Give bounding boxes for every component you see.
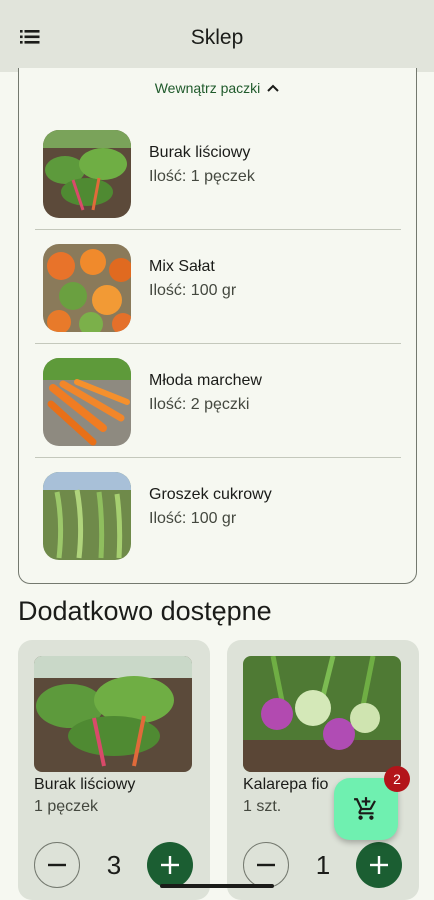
home-indicator[interactable] — [160, 884, 274, 888]
package-item: Groszek cukrowy Ilość: 100 gr — [35, 458, 401, 572]
item-quantity: Ilość: 2 pęczki — [149, 396, 250, 413]
package-contents-card: Wewnątrz paczki Burak liściowy Ilość: 1 … — [18, 68, 417, 584]
plus-icon — [370, 856, 388, 874]
increase-button[interactable] — [356, 842, 402, 888]
minus-icon — [48, 863, 66, 867]
offer-unit: 1 szt. — [243, 798, 282, 815]
offer-unit: 1 pęczek — [34, 798, 99, 815]
kohlrabi-image — [243, 656, 401, 772]
minus-icon — [257, 863, 275, 867]
package-item: Mix Sałat Ilość: 100 gr — [35, 230, 401, 344]
item-quantity: Ilość: 100 gr — [149, 282, 237, 299]
increase-button[interactable] — [147, 842, 193, 888]
add-shopping-cart-icon — [354, 797, 376, 820]
page-title: Sklep — [190, 26, 244, 49]
offer-card[interactable]: Burak liściowy 1 pęczek 3 — [18, 640, 210, 900]
chevron-up-icon — [267, 84, 279, 92]
quantity-count: 3 — [106, 850, 122, 880]
chard-image — [34, 656, 192, 772]
item-name: Mix Sałat — [149, 258, 215, 275]
salad-mix-image — [43, 244, 131, 332]
package-item: Młoda marchew Ilość: 2 pęczki — [35, 344, 401, 458]
item-name: Młoda marchew — [149, 372, 262, 389]
item-quantity: Ilość: 1 pęczek — [149, 168, 255, 185]
item-name: Burak liściowy — [149, 144, 251, 161]
package-toggle-label: Wewnątrz paczki — [154, 80, 261, 96]
cart-count-badge: 2 — [384, 766, 410, 792]
plus-icon — [161, 856, 179, 874]
offer-name: Kalarepa fio — [243, 776, 329, 793]
chard-image — [43, 130, 131, 218]
package-item: Burak liściowy Ilość: 1 pęczek — [35, 116, 401, 230]
offer-name: Burak liściowy — [34, 776, 136, 793]
sugar-pea-image — [43, 472, 131, 560]
section-title: Dodatkowo dostępne — [18, 596, 272, 626]
quantity-count: 1 — [315, 850, 331, 880]
carrot-image — [43, 358, 131, 446]
item-quantity: Ilość: 100 gr — [149, 510, 237, 527]
item-name: Groszek cukrowy — [149, 486, 272, 503]
decrease-button[interactable] — [34, 842, 80, 888]
decrease-button[interactable] — [243, 842, 289, 888]
package-collapse-toggle[interactable]: Wewnątrz paczki — [19, 80, 416, 96]
app-bar: Sklep — [0, 0, 434, 72]
